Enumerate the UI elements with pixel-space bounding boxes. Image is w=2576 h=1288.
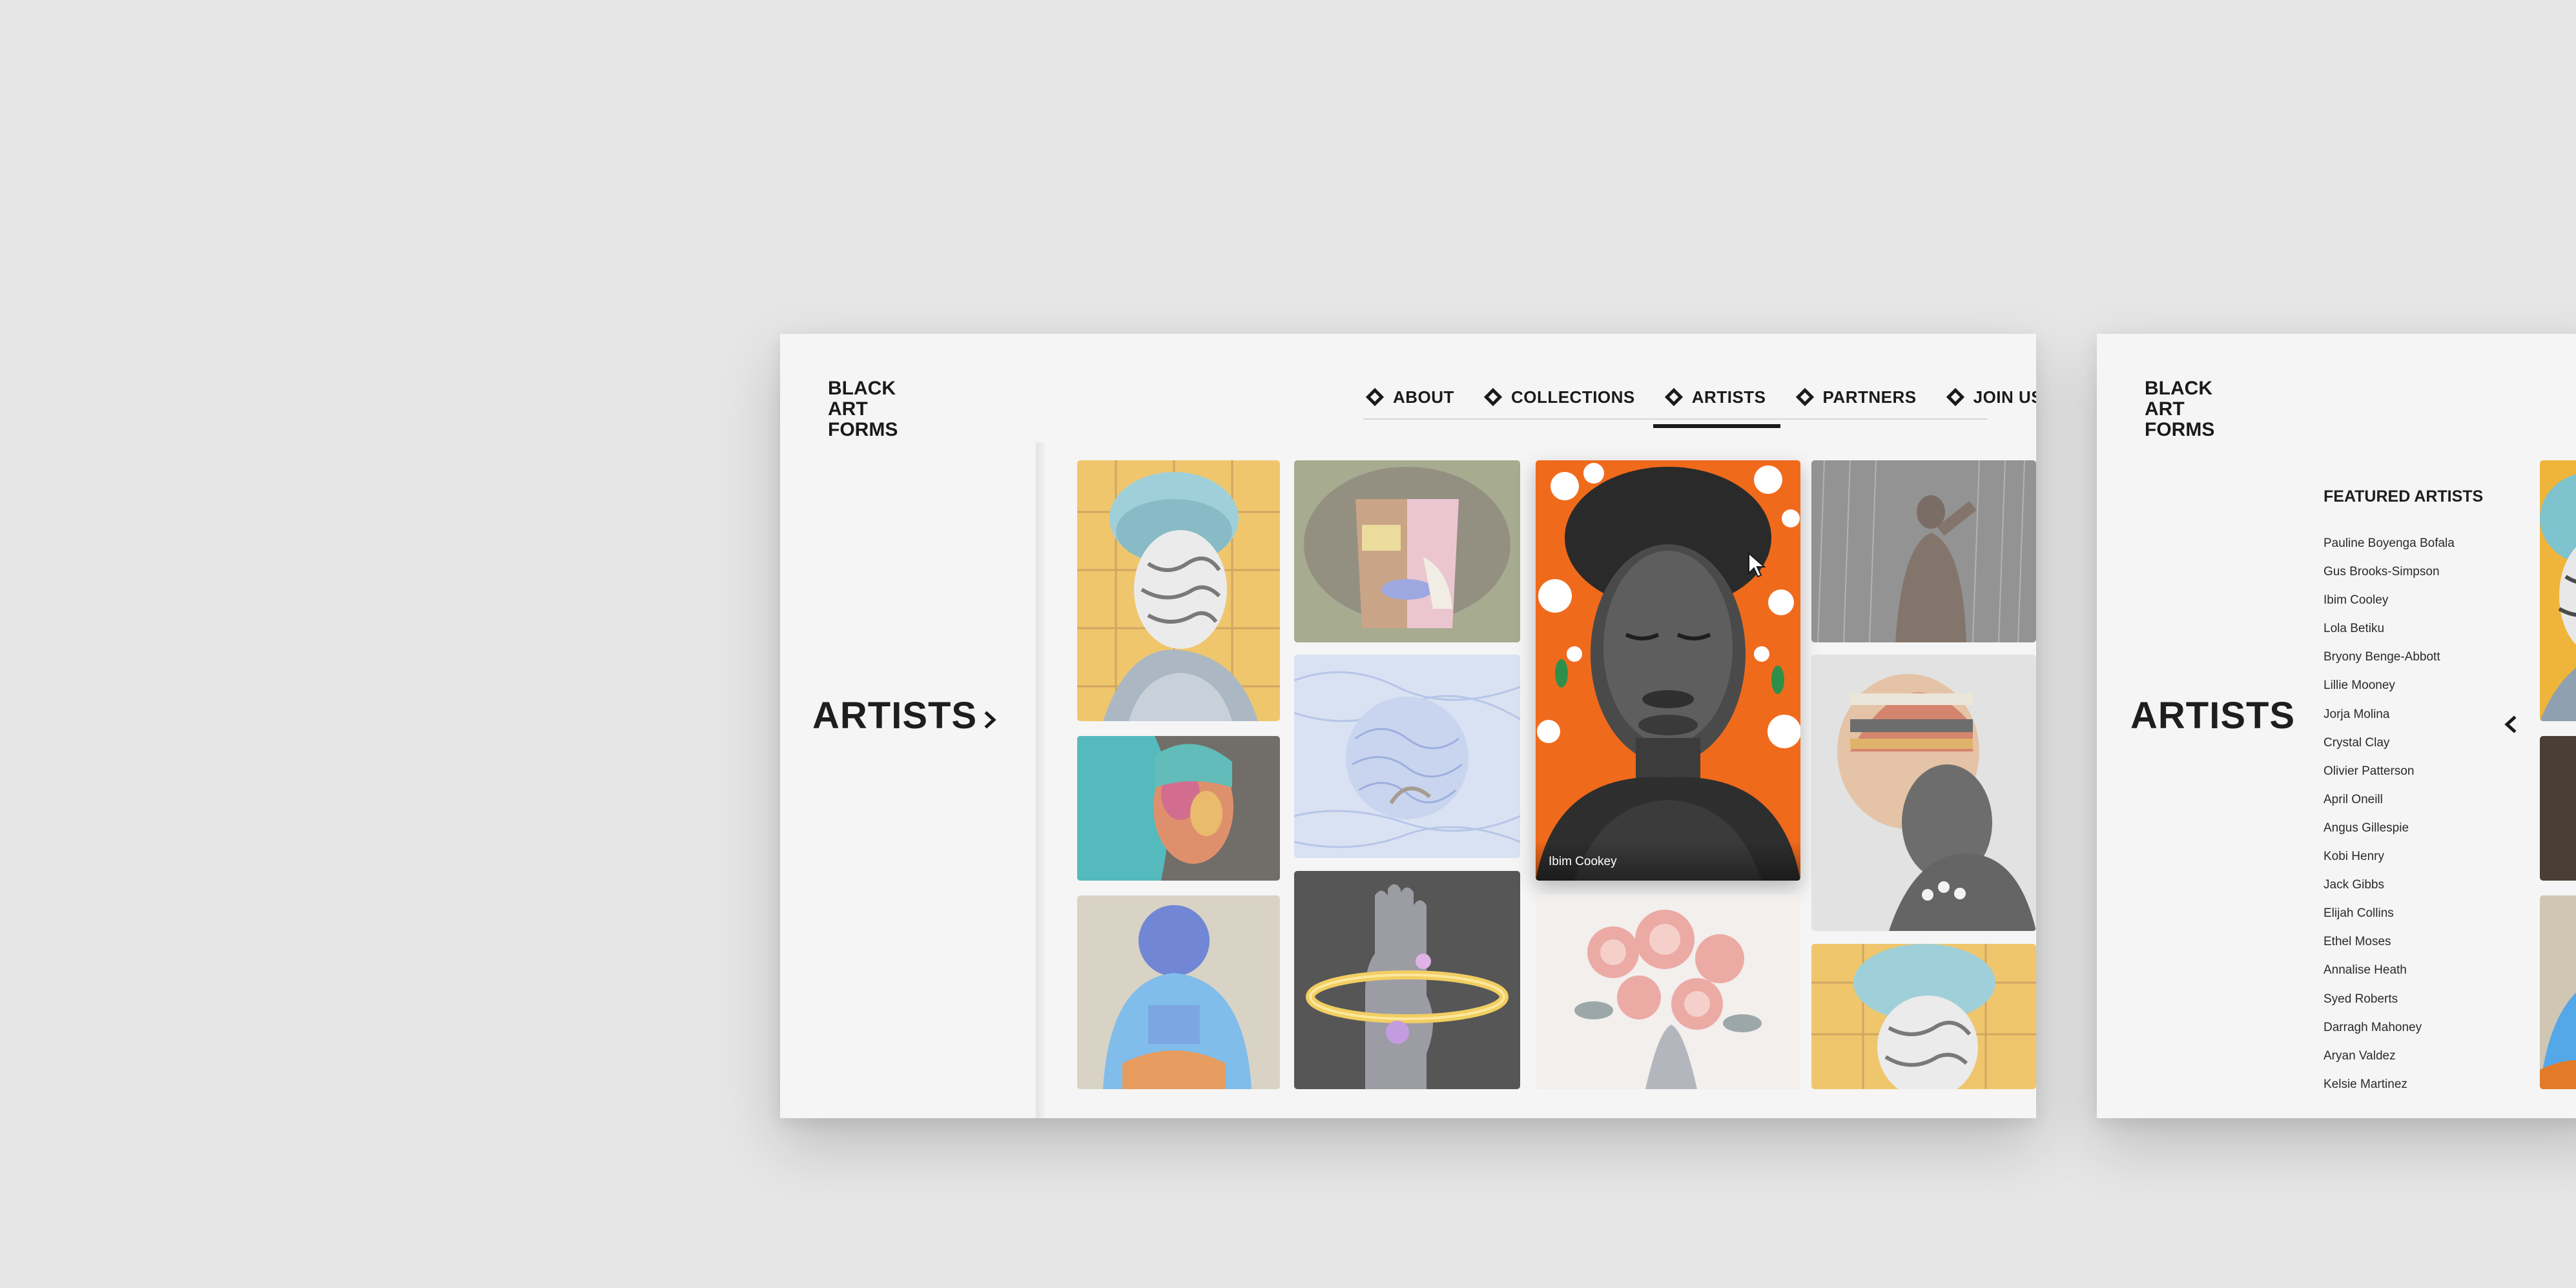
svg-text:BLACK: BLACK bbox=[828, 378, 896, 399]
artwork-tile-cubist-face[interactable] bbox=[1294, 460, 1520, 642]
chevron-right-icon[interactable] bbox=[984, 710, 998, 730]
section-title: ARTISTS bbox=[2130, 695, 2296, 737]
nav-join-us-label: JOIN US bbox=[1973, 387, 2036, 407]
mouse-cursor-icon bbox=[1747, 552, 1766, 578]
black-art-forms-logo[interactable]: BLACK ART FORMS bbox=[828, 376, 908, 441]
list-item[interactable]: Aryan Valdez bbox=[2324, 1042, 2455, 1070]
svg-text:FORMS: FORMS bbox=[828, 419, 898, 440]
artwork-tile-turban-portrait[interactable] bbox=[1077, 460, 1280, 721]
nav-collections-label: COLLECTIONS bbox=[1510, 387, 1635, 407]
artwork-caption: Ibim Cookey bbox=[1549, 855, 1617, 868]
nav-artists[interactable]: ARTISTS bbox=[1651, 376, 1782, 428]
list-item[interactable]: Elijah Collins bbox=[2324, 899, 2455, 928]
diamond-icon bbox=[1664, 387, 1683, 407]
nav-join-us[interactable]: JOIN US bbox=[1933, 376, 2036, 418]
svg-text:ART: ART bbox=[828, 398, 868, 420]
diamond-icon bbox=[1795, 387, 1814, 407]
nav-about-label: ABOUT bbox=[1393, 387, 1454, 407]
artwork-tile-featured-ibim-cookey[interactable]: Ibim Cookey bbox=[1536, 460, 1800, 881]
artwork-tile-turban-portrait-repeat[interactable] bbox=[1811, 944, 2036, 1089]
artwork-tile-dark-partial[interactable] bbox=[2540, 736, 2576, 881]
list-item[interactable]: Ethel Moses bbox=[2324, 928, 2455, 956]
list-item[interactable]: Lillie Mooney bbox=[2324, 671, 2455, 700]
nav-collections[interactable]: COLLECTIONS bbox=[1470, 376, 1651, 418]
nav-artists-label: ARTISTS bbox=[1691, 387, 1766, 407]
list-item[interactable]: Jorja Molina bbox=[2324, 700, 2455, 729]
chevron-left-icon[interactable] bbox=[2503, 715, 2517, 734]
list-item[interactable]: Syed Roberts bbox=[2324, 985, 2455, 1014]
diamond-icon bbox=[1365, 387, 1385, 407]
diamond-icon bbox=[1483, 387, 1503, 407]
panel-divider bbox=[1036, 442, 1045, 1118]
list-item[interactable]: Kobi Henry bbox=[2324, 843, 2455, 871]
nav-partners[interactable]: PARTNERS bbox=[1782, 376, 1933, 418]
black-art-forms-logo[interactable]: BLACK ART FORMS bbox=[2145, 376, 2225, 441]
list-item[interactable]: Angus Gillespie bbox=[2324, 814, 2455, 843]
list-item[interactable]: Lola Betiku bbox=[2324, 615, 2455, 643]
list-item[interactable]: Annalise Heath bbox=[2324, 956, 2455, 985]
artwork-tile-blue-figure[interactable] bbox=[1077, 895, 1280, 1089]
list-item[interactable]: Crystal Clay bbox=[2324, 729, 2455, 757]
artwork-tile-blue-sphere[interactable] bbox=[1294, 655, 1520, 858]
artwork-tile-turban-portrait-partial[interactable] bbox=[2540, 460, 2576, 721]
list-item[interactable]: April Oneill bbox=[2324, 786, 2455, 814]
featured-artists-heading: FEATURED ARTISTS bbox=[2324, 487, 2484, 506]
artwork-tile-blue-partial[interactable] bbox=[2540, 895, 2576, 1089]
list-item[interactable]: Gus Brooks-Simpson bbox=[2324, 558, 2455, 586]
artwork-tile-golden-hand[interactable] bbox=[1294, 871, 1520, 1089]
list-item[interactable]: Pauline Boyenga Bofala bbox=[2324, 529, 2455, 558]
nav-divider bbox=[1363, 418, 1987, 420]
diamond-icon bbox=[1946, 387, 1964, 407]
artwork-tile-headscarf-portrait[interactable] bbox=[1077, 736, 1280, 881]
nav-about[interactable]: ABOUT bbox=[1363, 376, 1470, 418]
svg-text:BLACK: BLACK bbox=[2145, 378, 2212, 399]
list-item[interactable]: Bryony Benge-Abbott bbox=[2324, 643, 2455, 671]
svg-text:FORMS: FORMS bbox=[2145, 419, 2214, 440]
list-item[interactable]: Kelsie Martinez bbox=[2324, 1070, 2455, 1099]
list-item[interactable]: Ibim Cooley bbox=[2324, 586, 2455, 615]
list-item[interactable]: Darragh Mahoney bbox=[2324, 1014, 2455, 1042]
svg-text:ART: ART bbox=[2145, 398, 2185, 420]
list-item[interactable]: Jack Gibbs bbox=[2324, 871, 2455, 899]
artwork-tile-headwrap-profile[interactable] bbox=[1811, 655, 2036, 931]
list-item[interactable]: Olivier Patterson bbox=[2324, 757, 2455, 786]
main-nav: ABOUT COLLECTIONS ARTISTS PARTNERS JOIN … bbox=[1363, 376, 2036, 428]
artists-expanded-view: BLACK ART FORMS ARTISTS FEATURED ARTISTS… bbox=[2097, 334, 2576, 1118]
side-panel bbox=[780, 442, 1036, 1118]
artwork-tile-rain-figure[interactable] bbox=[1811, 460, 2036, 642]
nav-partners-label: PARTNERS bbox=[1822, 387, 1917, 407]
section-title: ARTISTS bbox=[812, 695, 978, 737]
artists-collapsed-view: BLACK ART FORMS ABOUT COLLECTIONS ARTIST… bbox=[780, 334, 2036, 1118]
artwork-tile-floral-bouquet[interactable] bbox=[1536, 894, 1800, 1089]
featured-artists-list: Pauline Boyenga Bofala Gus Brooks-Simpso… bbox=[2324, 529, 2455, 1099]
